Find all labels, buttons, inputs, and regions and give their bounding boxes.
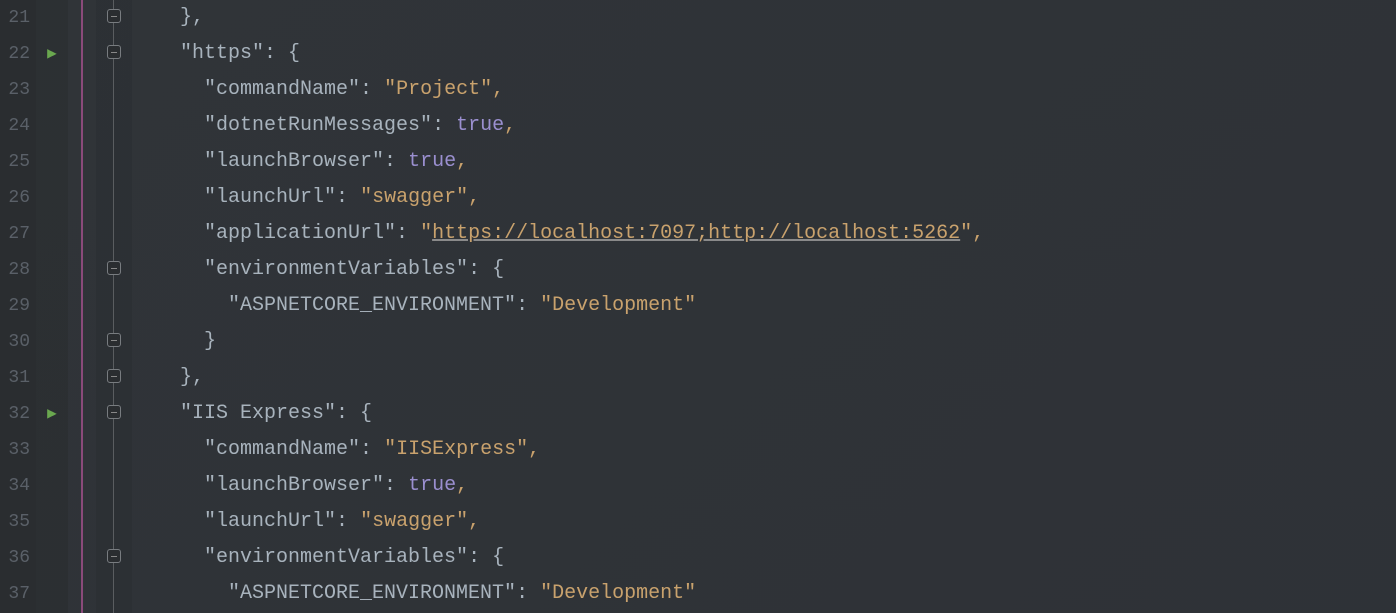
code-line[interactable]: }, (132, 360, 1396, 396)
line-number: 24 (0, 108, 36, 144)
line-number: 35 (0, 504, 36, 540)
line-number: 31 (0, 360, 36, 396)
line-number: 37 (0, 576, 36, 612)
code-line[interactable]: "IIS Express": { (132, 396, 1396, 432)
fold-open-icon[interactable] (96, 36, 132, 72)
run-gutter: ▶ ▶ (36, 0, 68, 613)
fold-close-icon[interactable] (96, 0, 132, 36)
line-number: 32 (0, 396, 36, 432)
code-line[interactable]: "commandName": "Project", (132, 72, 1396, 108)
editor-margin (68, 0, 96, 613)
code-line[interactable]: "ASPNETCORE_ENVIRONMENT": "Development" (132, 288, 1396, 324)
fold-open-icon[interactable] (96, 396, 132, 432)
run-icon[interactable]: ▶ (36, 36, 68, 72)
code-line[interactable]: "environmentVariables": { (132, 252, 1396, 288)
code-line[interactable]: "dotnetRunMessages": true, (132, 108, 1396, 144)
line-number: 34 (0, 468, 36, 504)
fold-open-icon[interactable] (96, 252, 132, 288)
code-line[interactable]: "https": { (132, 36, 1396, 72)
code-line[interactable]: "launchBrowser": true, (132, 468, 1396, 504)
line-number: 27 (0, 216, 36, 252)
line-number: 26 (0, 180, 36, 216)
fold-gutter (96, 0, 132, 613)
code-line[interactable]: "environmentVariables": { (132, 540, 1396, 576)
code-line[interactable]: } (132, 324, 1396, 360)
application-url-link[interactable]: https://localhost:7097;http://localhost:… (432, 222, 960, 245)
run-icon[interactable]: ▶ (36, 396, 68, 432)
code-line[interactable]: }, (132, 0, 1396, 36)
line-number-gutter: 21 22 23 24 25 26 27 28 29 30 31 32 33 3… (0, 0, 36, 613)
fold-close-icon[interactable] (96, 360, 132, 396)
code-line[interactable]: "launchBrowser": true, (132, 144, 1396, 180)
line-number: 33 (0, 432, 36, 468)
code-line[interactable]: "launchUrl": "swagger", (132, 180, 1396, 216)
line-number: 21 (0, 0, 36, 36)
line-number: 30 (0, 324, 36, 360)
line-number: 25 (0, 144, 36, 180)
line-number: 23 (0, 72, 36, 108)
fold-open-icon[interactable] (96, 540, 132, 576)
line-number: 29 (0, 288, 36, 324)
code-line[interactable]: "ASPNETCORE_ENVIRONMENT": "Development" (132, 576, 1396, 612)
line-number: 36 (0, 540, 36, 576)
code-line[interactable]: "commandName": "IISExpress", (132, 432, 1396, 468)
code-line[interactable]: "launchUrl": "swagger", (132, 504, 1396, 540)
line-number: 22 (0, 36, 36, 72)
code-area[interactable]: }, "https": { "commandName": "Project", … (132, 0, 1396, 613)
fold-close-icon[interactable] (96, 324, 132, 360)
code-line[interactable]: "applicationUrl": "https://localhost:709… (132, 216, 1396, 252)
line-number: 28 (0, 252, 36, 288)
code-editor[interactable]: 21 22 23 24 25 26 27 28 29 30 31 32 33 3… (0, 0, 1396, 613)
